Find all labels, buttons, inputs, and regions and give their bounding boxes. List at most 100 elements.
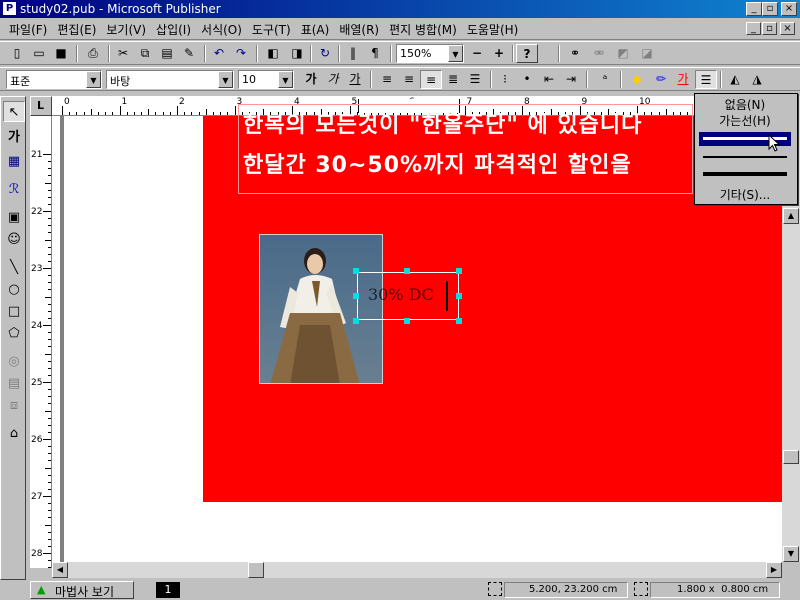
line-thick-option[interactable] bbox=[703, 156, 787, 158]
resize-handle[interactable] bbox=[456, 268, 462, 274]
text-frame-tool-icon[interactable]: 가 bbox=[3, 127, 25, 148]
decrease-indent-icon[interactable]: ⇤ bbox=[538, 70, 560, 89]
font-select[interactable]: 바탕 ▼ bbox=[106, 70, 234, 89]
vertical-ruler[interactable]: 21 22 23 24 25 26 27 28 bbox=[30, 116, 52, 568]
wizard-button[interactable]: ▲ 마법사 보기 bbox=[30, 581, 134, 599]
resize-handle[interactable] bbox=[353, 268, 359, 274]
rotate-icon[interactable]: ↻ bbox=[314, 44, 336, 63]
bullet-list-icon[interactable]: • bbox=[516, 70, 538, 89]
picture-frame-tool-icon[interactable]: ▣ bbox=[3, 207, 25, 228]
zoom-select[interactable]: 150% ▼ bbox=[396, 44, 464, 63]
line-more-option[interactable]: 기타(S)... bbox=[699, 186, 791, 203]
line-none-option[interactable]: 없음(N) bbox=[699, 96, 791, 113]
open-folder-icon[interactable]: ▭ bbox=[28, 44, 50, 63]
menu-table[interactable]: 표(A) bbox=[296, 18, 335, 38]
rectangle-tool-icon[interactable]: □ bbox=[3, 301, 25, 322]
close-button[interactable]: × bbox=[781, 2, 797, 16]
cut-scissors-icon[interactable]: ✂ bbox=[112, 44, 134, 63]
columns-icon[interactable]: ‖ bbox=[342, 44, 364, 63]
scroll-left-icon[interactable]: ◀ bbox=[52, 562, 68, 578]
send-to-back-icon[interactable]: ◨ bbox=[286, 44, 308, 63]
zoom-out-button[interactable]: − bbox=[466, 44, 488, 63]
fill-color-icon[interactable]: ◆ bbox=[626, 70, 648, 89]
oval-tool-icon[interactable]: ○ bbox=[3, 279, 25, 300]
title-bar[interactable]: P study02.pub - Microsoft Publisher _ ▫ … bbox=[0, 0, 800, 18]
menu-tools[interactable]: 도구(T) bbox=[247, 18, 296, 38]
table-frame-tool-icon[interactable]: ▦ bbox=[3, 151, 25, 172]
clip-gallery-tool-icon[interactable]: ☺ bbox=[3, 229, 25, 250]
chevron-down-icon[interactable]: ▼ bbox=[218, 71, 233, 88]
minimize-button[interactable]: _ bbox=[746, 2, 762, 16]
new-document-icon[interactable]: ▯ bbox=[6, 44, 28, 63]
save-disk-icon[interactable]: ■ bbox=[50, 44, 72, 63]
horizontal-scrollbar[interactable]: ◀ ▶ bbox=[52, 562, 782, 578]
menu-help[interactable]: 도움말(H) bbox=[462, 18, 524, 38]
menu-edit[interactable]: 편집(E) bbox=[52, 18, 101, 38]
headline-text-frame[interactable]: 한복의 모든것이 "한올주단" 에 있습니다 한달간 30~50%까지 파격적인… bbox=[238, 104, 693, 194]
doc-restore-button[interactable]: ▫ bbox=[762, 22, 777, 35]
redo-icon[interactable]: ↷ bbox=[230, 44, 252, 63]
scroll-down-icon[interactable]: ▼ bbox=[783, 546, 799, 562]
horizontal-scroll-thumb[interactable] bbox=[248, 562, 264, 578]
line-thicker-option[interactable] bbox=[703, 172, 787, 176]
doc-minimize-button[interactable]: _ bbox=[746, 22, 761, 35]
distribute-icon[interactable]: ☰ bbox=[464, 70, 486, 89]
maximize-button[interactable]: ▫ bbox=[762, 2, 778, 16]
resize-handle[interactable] bbox=[404, 268, 410, 274]
resize-handle[interactable] bbox=[404, 318, 410, 324]
undo-icon[interactable]: ↶ bbox=[208, 44, 230, 63]
chevron-down-icon[interactable]: ▼ bbox=[448, 45, 463, 62]
publisher-app-icon[interactable]: P bbox=[2, 1, 17, 16]
page-number-button[interactable]: 1 bbox=[156, 582, 180, 598]
resize-handle[interactable] bbox=[456, 318, 462, 324]
menu-arrange[interactable]: 배열(R) bbox=[334, 18, 384, 38]
align-left-icon[interactable]: ≡ bbox=[376, 70, 398, 89]
html-code-tool-icon[interactable]: ▤ bbox=[3, 373, 25, 394]
style-select[interactable]: 표준 ▼ bbox=[6, 70, 102, 89]
vertical-scroll-thumb[interactable] bbox=[783, 450, 799, 464]
line-hairline-option[interactable]: 가는선(H) bbox=[699, 112, 791, 129]
line-color-icon[interactable]: ✏ bbox=[650, 70, 672, 89]
doc-close-button[interactable]: × bbox=[780, 22, 795, 35]
ruler-corner[interactable]: L bbox=[30, 96, 52, 116]
custom-shape-tool-icon[interactable]: ⬠ bbox=[3, 323, 25, 344]
hotspot-tool-icon[interactable]: ⧈ bbox=[3, 395, 25, 416]
underline-button[interactable]: 가 bbox=[344, 70, 366, 89]
align-center-icon[interactable]: ≡ bbox=[398, 70, 420, 89]
design-gallery-tool-icon[interactable]: ⌂ bbox=[3, 423, 25, 444]
font-grow-icon[interactable]: ᵃ bbox=[594, 70, 616, 89]
flip-vertical-icon[interactable]: ◮ bbox=[746, 70, 768, 89]
menu-insert[interactable]: 삽입(I) bbox=[151, 18, 196, 38]
next-frame-icon[interactable]: ◪ bbox=[636, 44, 658, 63]
print-icon[interactable]: ⎙ bbox=[82, 44, 104, 63]
resize-handle[interactable] bbox=[456, 293, 462, 299]
help-icon[interactable]: ? bbox=[516, 44, 538, 63]
previous-frame-icon[interactable]: ◩ bbox=[612, 44, 634, 63]
unlink-frames-icon[interactable]: ⚮ bbox=[588, 44, 610, 63]
form-control-tool-icon[interactable]: ◎ bbox=[3, 351, 25, 372]
line-style-icon[interactable]: ☰ bbox=[695, 70, 717, 89]
format-painter-icon[interactable]: ✎ bbox=[178, 44, 200, 63]
paste-icon[interactable]: ▤ bbox=[156, 44, 178, 63]
increase-indent-icon[interactable]: ⇥ bbox=[560, 70, 582, 89]
bring-to-front-icon[interactable]: ◧ bbox=[262, 44, 284, 63]
font-color-icon[interactable]: 가 bbox=[672, 70, 694, 89]
wordart-tool-icon[interactable]: ℛ bbox=[3, 179, 25, 200]
link-frames-icon[interactable]: ⚭ bbox=[564, 44, 586, 63]
chevron-down-icon[interactable]: ▼ bbox=[86, 71, 101, 88]
scroll-up-icon[interactable]: ▲ bbox=[783, 208, 799, 224]
menu-view[interactable]: 보기(V) bbox=[101, 18, 151, 38]
numbered-list-icon[interactable]: ⁝ bbox=[494, 70, 516, 89]
dc-text-box[interactable]: 30% DC bbox=[357, 272, 459, 320]
resize-handle[interactable] bbox=[353, 293, 359, 299]
chevron-down-icon[interactable]: ▼ bbox=[278, 71, 293, 88]
italic-button[interactable]: 가 bbox=[322, 70, 344, 89]
font-size-select[interactable]: 10 ▼ bbox=[238, 70, 294, 89]
pointer-tool-icon[interactable]: ↖ bbox=[3, 101, 25, 122]
scroll-right-icon[interactable]: ▶ bbox=[766, 562, 782, 578]
menu-mail-merge[interactable]: 편지 병합(M) bbox=[384, 18, 462, 38]
align-right-icon[interactable]: ≡ bbox=[420, 70, 442, 89]
zoom-in-button[interactable]: + bbox=[488, 44, 510, 63]
pilcrow-icon[interactable]: ¶ bbox=[364, 44, 386, 63]
menu-format[interactable]: 서식(O) bbox=[196, 18, 247, 38]
